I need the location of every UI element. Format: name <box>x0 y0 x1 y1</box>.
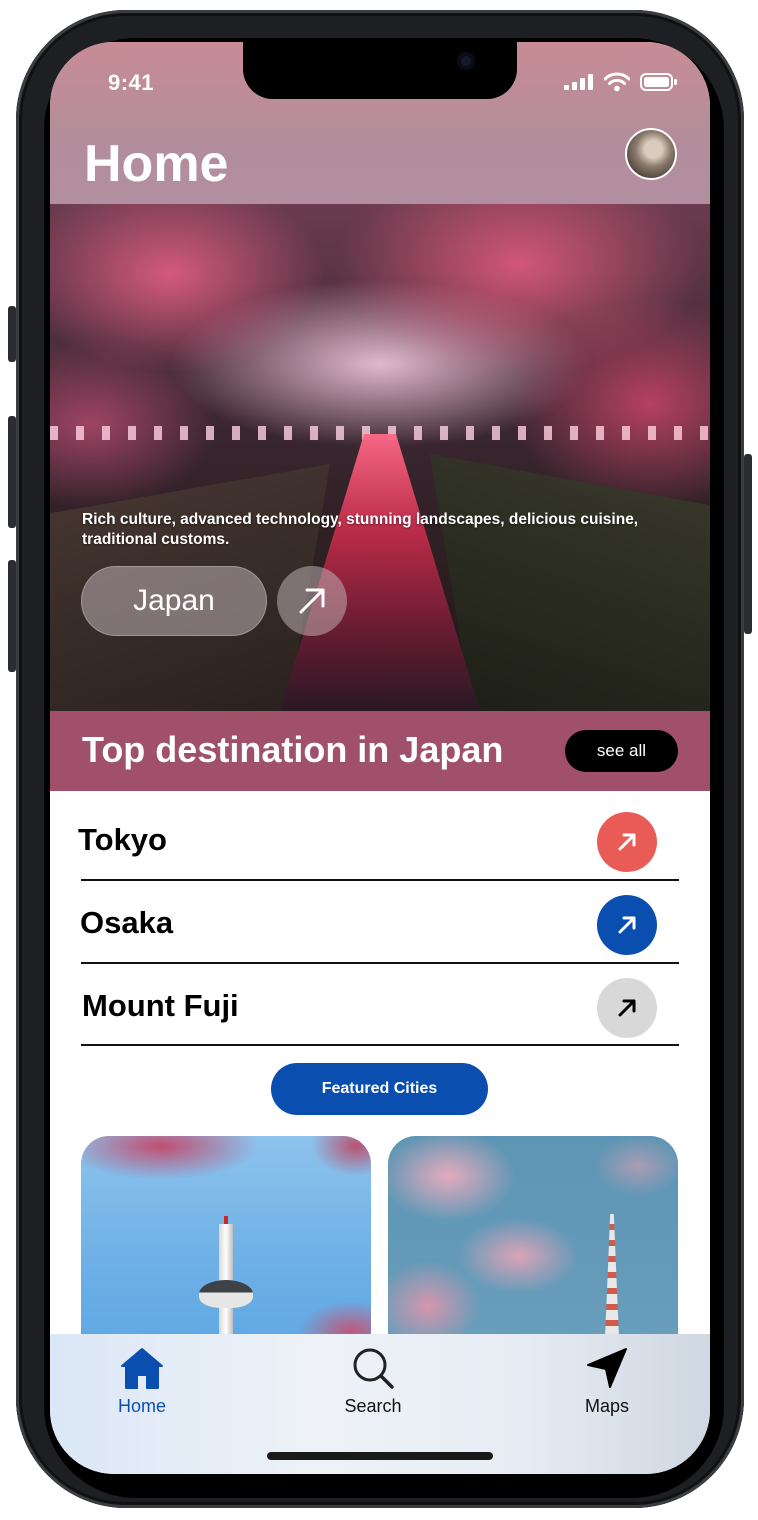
home-indicator[interactable] <box>267 1452 493 1460</box>
status-icons <box>564 72 678 92</box>
arrow-up-right-icon <box>299 588 325 614</box>
featured-cities-button[interactable]: Featured Cities <box>271 1063 488 1115</box>
tab-home-label: Home <box>117 1396 166 1416</box>
cellular-signal-icon <box>564 74 593 90</box>
volume-down-button <box>8 560 16 672</box>
tab-maps-label: Maps <box>584 1396 629 1416</box>
power-button <box>744 454 752 634</box>
wifi-icon <box>604 72 630 92</box>
tower-observation-deck <box>199 1280 253 1308</box>
page-title: Home <box>84 135 229 193</box>
destination-row-tokyo[interactable]: Tokyo <box>50 798 710 880</box>
avatar[interactable] <box>625 128 677 180</box>
volume-up-button <box>8 416 16 528</box>
destination-row-mount-fuji[interactable]: Mount Fuji <box>50 964 710 1046</box>
country-label: Japan <box>133 584 215 617</box>
see-all-button[interactable]: see all <box>565 730 678 772</box>
search-icon <box>353 1348 394 1389</box>
tab-maps[interactable]: Maps <box>547 1346 667 1417</box>
status-time: 9:41 <box>108 70 155 95</box>
destination-open-button[interactable] <box>597 978 657 1038</box>
tab-search-label: Search <box>344 1396 402 1416</box>
hero-description: Rich culture, advanced technology, stunn… <box>82 511 639 548</box>
hero-banner: Rich culture, advanced technology, stunn… <box>50 204 710 711</box>
destination-name: Tokyo <box>78 822 167 857</box>
destination-row-osaka[interactable]: Osaka <box>50 881 710 963</box>
tab-home[interactable]: Home <box>82 1346 202 1417</box>
action-button <box>8 306 16 362</box>
destination-name: Mount Fuji <box>82 988 239 1023</box>
header: 9:41 Home <box>50 42 710 204</box>
tab-search[interactable]: Search <box>313 1346 433 1417</box>
section-header: Top destination in Japan see all <box>50 711 710 791</box>
hero-canal-wall-right <box>430 454 710 711</box>
arrow-up-right-icon <box>618 916 636 934</box>
divider <box>81 1044 679 1046</box>
destination-open-button[interactable] <box>597 812 657 872</box>
home-icon <box>121 1348 163 1389</box>
destination-open-button[interactable] <box>597 895 657 955</box>
country-open-button[interactable] <box>277 566 347 636</box>
country-button[interactable]: Japan <box>81 566 267 636</box>
destination-name: Osaka <box>80 905 174 940</box>
app-screen: 9:41 Home Rich culture, advanced technol… <box>50 42 710 1474</box>
front-camera <box>457 52 475 70</box>
see-all-label: see all <box>596 741 647 760</box>
arrow-up-right-icon <box>618 999 636 1017</box>
notch <box>243 42 517 99</box>
navigation-arrow-icon <box>587 1348 627 1388</box>
battery-icon <box>640 73 677 91</box>
featured-cities-label: Featured Cities <box>321 1080 438 1097</box>
section-title: Top destination in Japan <box>82 729 504 770</box>
arrow-up-right-icon <box>618 833 636 851</box>
